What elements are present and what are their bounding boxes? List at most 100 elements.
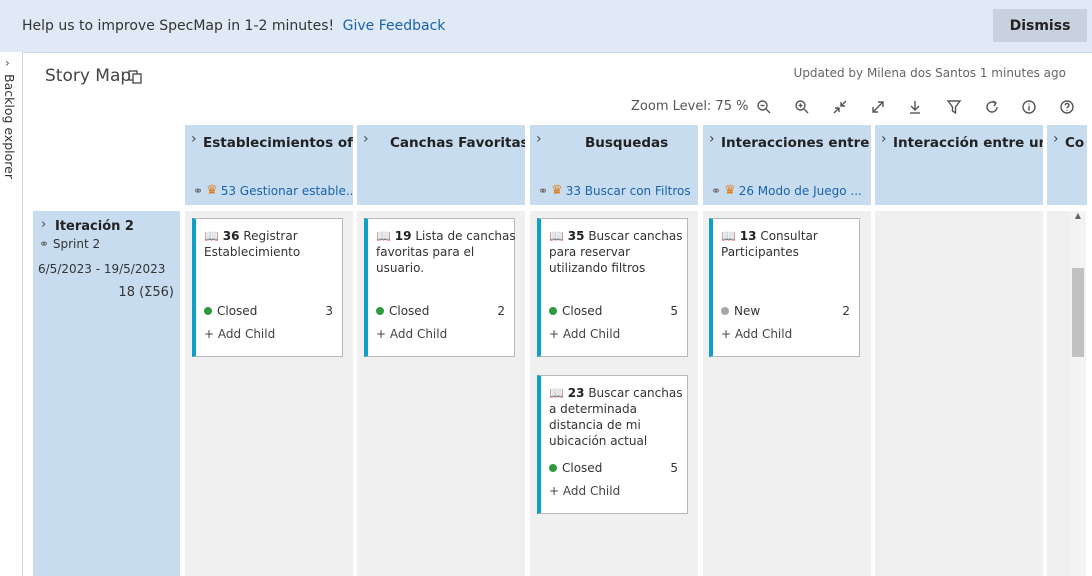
- plus-icon: +: [549, 327, 560, 341]
- chevron-right-icon: ›: [5, 56, 10, 70]
- epic-link[interactable]: ⚭ ♛ 33 Buscar con Filtros: [538, 183, 691, 198]
- plus-icon: +: [204, 327, 215, 341]
- story-card[interactable]: 📖 23 Buscar canchas a determinada distan…: [537, 375, 688, 514]
- page-title: Story Map: [45, 66, 132, 86]
- column-header[interactable]: › Establecimientos ofr... ⚭ ♛ 53 Gestion…: [185, 125, 353, 205]
- book-icon: 📖: [721, 229, 736, 243]
- chevron-right-icon[interactable]: ›: [41, 217, 46, 232]
- link-icon: ⚭: [538, 183, 549, 198]
- crown-icon: ♛: [551, 183, 563, 198]
- column-header[interactable]: › Busquedas ⚭ ♛ 33 Buscar con Filtros: [530, 125, 698, 205]
- updated-info: Updated by Milena dos Santos 1 minutes a…: [793, 66, 1066, 80]
- scrollbar-thumb[interactable]: [1072, 268, 1084, 357]
- column-header[interactable]: › Co: [1047, 125, 1087, 205]
- scroll-up-icon[interactable]: ▲: [1072, 211, 1084, 221]
- state-dot-icon: [721, 307, 729, 315]
- column-title: Canchas Favoritas: [390, 135, 525, 151]
- book-icon: 📖: [549, 386, 564, 400]
- card-points: 5: [670, 304, 678, 318]
- help-icon[interactable]: [1055, 96, 1079, 118]
- link-icon: ⚭: [39, 237, 50, 251]
- add-child-button[interactable]: + Add Child: [549, 327, 620, 341]
- info-icon[interactable]: [1017, 96, 1041, 118]
- column-title: Establecimientos ofr...: [203, 135, 353, 151]
- plus-icon: +: [549, 484, 560, 498]
- card-state: Closed: [549, 461, 602, 475]
- add-child-label: Add Child: [389, 327, 448, 341]
- epic-link[interactable]: ⚭ ♛ 53 Gestionar estable...: [193, 183, 353, 198]
- backlog-explorer-tab[interactable]: › Backlog explorer: [0, 52, 23, 576]
- column-header[interactable]: › Interacciones entre ... ⚭ ♛ 26 Modo de…: [703, 125, 871, 205]
- story-card[interactable]: 📖 36 Registrar Establecimiento Closed 3 …: [192, 218, 343, 357]
- give-feedback-link[interactable]: Give Feedback: [343, 18, 446, 34]
- card-points: 2: [842, 304, 850, 318]
- iteration-name: Iteración 2: [55, 219, 134, 234]
- link-icon: ⚭: [711, 183, 722, 198]
- add-child-button[interactable]: + Add Child: [204, 327, 275, 341]
- add-child-label: Add Child: [562, 327, 621, 341]
- add-child-label: Add Child: [734, 327, 793, 341]
- card-state-text: Closed: [562, 461, 603, 475]
- column-lane: [875, 211, 1043, 576]
- sprint-link[interactable]: ⚭ Sprint 2: [39, 237, 100, 251]
- book-icon: 📖: [376, 229, 391, 243]
- download-icon[interactable]: [903, 96, 927, 118]
- add-child-label: Add Child: [562, 484, 621, 498]
- story-card[interactable]: 📖 13 Consultar Participantes New 2 + Add…: [709, 218, 860, 357]
- book-icon: 📖: [549, 229, 564, 243]
- card-state-text: New: [734, 304, 761, 318]
- epic-link-text: 33 Buscar con Filtros: [565, 183, 691, 198]
- collapse-icon[interactable]: [828, 96, 852, 118]
- chevron-right-icon[interactable]: ›: [191, 131, 197, 147]
- epic-link-text: 53 Gestionar estable...: [220, 183, 353, 198]
- card-title[interactable]: 📖 19 Lista de canchas favoritas para el …: [376, 228, 516, 276]
- card-title[interactable]: 📖 35 Buscar canchas para reservar utiliz…: [549, 228, 689, 276]
- add-child-button[interactable]: + Add Child: [721, 327, 792, 341]
- card-state: Closed: [376, 304, 429, 318]
- sprint-name: Sprint 2: [52, 237, 101, 251]
- zoom-level: Zoom Level: 75 %: [631, 99, 749, 114]
- refresh-icon[interactable]: [980, 96, 1004, 118]
- card-points: 3: [325, 304, 333, 318]
- chevron-right-icon[interactable]: ›: [363, 131, 369, 147]
- epic-link[interactable]: ⚭ ♛ 26 Modo de Juego ...: [711, 183, 862, 198]
- crown-icon: ♛: [724, 183, 736, 198]
- chevron-right-icon[interactable]: ›: [536, 131, 542, 147]
- state-dot-icon: [549, 464, 557, 472]
- card-state: Closed: [204, 304, 257, 318]
- card-id: 19: [394, 229, 412, 243]
- column-title: Busquedas: [585, 135, 669, 151]
- vertical-scrollbar[interactable]: [1070, 211, 1086, 576]
- card-title[interactable]: 📖 36 Registrar Establecimiento: [204, 228, 344, 260]
- zoom-in-icon[interactable]: [790, 96, 814, 118]
- zoom-out-icon[interactable]: [752, 96, 776, 118]
- card-id: 35: [567, 229, 585, 243]
- add-child-button[interactable]: + Add Child: [376, 327, 447, 341]
- iteration-row-header: › Iteración 2 ⚭ Sprint 2 6/5/2023 - 19/5…: [33, 211, 180, 576]
- chevron-right-icon[interactable]: ›: [709, 131, 715, 147]
- copy-icon[interactable]: [128, 70, 142, 84]
- story-card[interactable]: 📖 35 Buscar canchas para reservar utiliz…: [537, 218, 688, 357]
- chevron-right-icon[interactable]: ›: [881, 131, 887, 147]
- state-dot-icon: [376, 307, 384, 315]
- filter-icon[interactable]: [942, 96, 966, 118]
- iteration-count: 18 (Σ56): [118, 285, 174, 300]
- feedback-banner: Help us to improve SpecMap in 1-2 minute…: [0, 0, 1092, 53]
- story-card[interactable]: 📖 19 Lista de canchas favoritas para el …: [364, 218, 516, 357]
- add-child-button[interactable]: + Add Child: [549, 484, 620, 498]
- dismiss-button[interactable]: Dismiss: [993, 9, 1087, 42]
- epic-link-text: 26 Modo de Juego ...: [738, 183, 862, 198]
- card-title[interactable]: 📖 13 Consultar Participantes: [721, 228, 861, 260]
- chevron-right-icon[interactable]: ›: [1053, 131, 1059, 147]
- card-id: 23: [567, 386, 585, 400]
- column-header[interactable]: › Canchas Favoritas: [357, 125, 525, 205]
- column-header[interactable]: › Interacción entre un...: [875, 125, 1043, 205]
- card-title[interactable]: 📖 23 Buscar canchas a determinada distan…: [549, 385, 689, 449]
- card-state-text: Closed: [217, 304, 258, 318]
- expand-icon[interactable]: [866, 96, 890, 118]
- card-title-text: Consultar Participantes: [721, 229, 818, 259]
- plus-icon: +: [376, 327, 387, 341]
- card-state-text: Closed: [562, 304, 603, 318]
- card-points: 5: [670, 461, 678, 475]
- card-points: 2: [497, 304, 505, 318]
